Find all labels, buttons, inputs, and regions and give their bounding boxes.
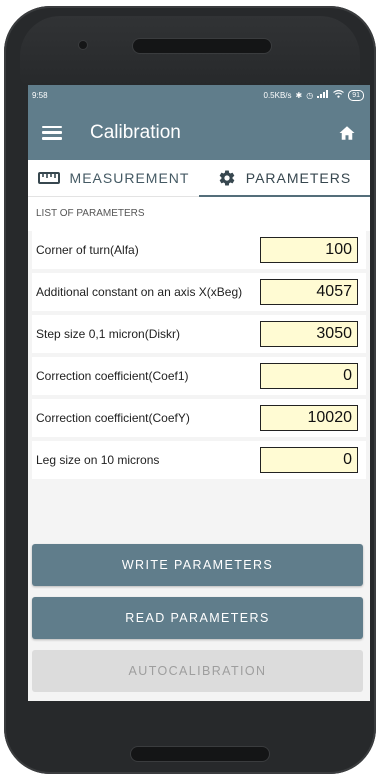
status-bar: 9:58 0.5KB/s ✱ ◷ 91 [28,85,370,105]
hamburger-menu-icon[interactable] [42,125,62,140]
status-icons: 0.5KB/s ✱ ◷ 91 [263,89,364,101]
tab-bar: MEASUREMENT PARAMETERS [28,160,370,197]
tab-measurement[interactable]: MEASUREMENT [28,160,199,196]
param-input-coefy[interactable] [260,405,358,431]
write-parameters-button[interactable]: WRITE PARAMETERS [32,544,363,586]
param-row-xbeg: Additional constant on an axis X(xBeg) [32,273,366,315]
param-row-leg-size: Leg size on 10 microns [32,441,366,483]
tab-measurement-label: MEASUREMENT [69,170,190,186]
action-buttons: WRITE PARAMETERS READ PARAMETERS AUTOCAL… [32,544,363,692]
param-input-diskr[interactable] [260,321,358,347]
wifi-icon [333,89,345,100]
param-label: Additional constant on an axis X(xBeg) [36,285,243,299]
section-header: LIST OF PARAMETERS [28,197,370,231]
parameter-list: Corner of turn(Alfa) Additional constant… [28,231,370,483]
param-row-coef1: Correction coefficient(Coef1) [32,357,366,399]
param-input-alfa[interactable] [260,237,358,263]
read-parameters-button[interactable]: READ PARAMETERS [32,597,363,639]
param-row-diskr: Step size 0,1 micron(Diskr) [32,315,366,357]
ruler-icon [37,172,60,184]
param-input-xbeg[interactable] [260,279,358,305]
bottom-speaker [131,747,269,761]
network-speed: 0.5KB/s [263,90,292,100]
param-label: Correction coefficient(Coef1) [36,369,189,383]
app-screen: 9:58 0.5KB/s ✱ ◷ 91 Calibration MEASUREM… [28,85,370,701]
gear-icon [219,170,235,186]
tab-parameters[interactable]: PARAMETERS [199,160,370,196]
param-label: Leg size on 10 microns [36,453,160,467]
signal-icon [317,90,329,100]
param-input-coef1[interactable] [260,363,358,389]
param-label: Corner of turn(Alfa) [36,243,139,257]
alarm-icon: ◷ [306,90,314,100]
app-toolbar: Calibration [28,105,370,160]
status-time: 9:58 [32,90,48,100]
bluetooth-icon: ✱ [295,90,303,100]
page-title: Calibration [90,121,181,143]
tab-parameters-label: PARAMETERS [245,170,352,186]
battery-icon: 91 [348,89,364,101]
autocalibration-button: AUTOCALIBRATION [32,650,363,692]
param-row-alfa: Corner of turn(Alfa) [32,231,366,273]
param-input-leg-size[interactable] [260,447,358,473]
param-row-coefy: Correction coefficient(CoefY) [32,399,366,441]
param-label: Step size 0,1 micron(Diskr) [36,327,181,341]
earpiece-speaker [133,39,271,53]
active-tab-indicator [199,195,370,197]
front-camera [79,41,87,49]
param-label: Correction coefficient(CoefY) [36,411,190,425]
home-icon[interactable] [338,124,356,142]
